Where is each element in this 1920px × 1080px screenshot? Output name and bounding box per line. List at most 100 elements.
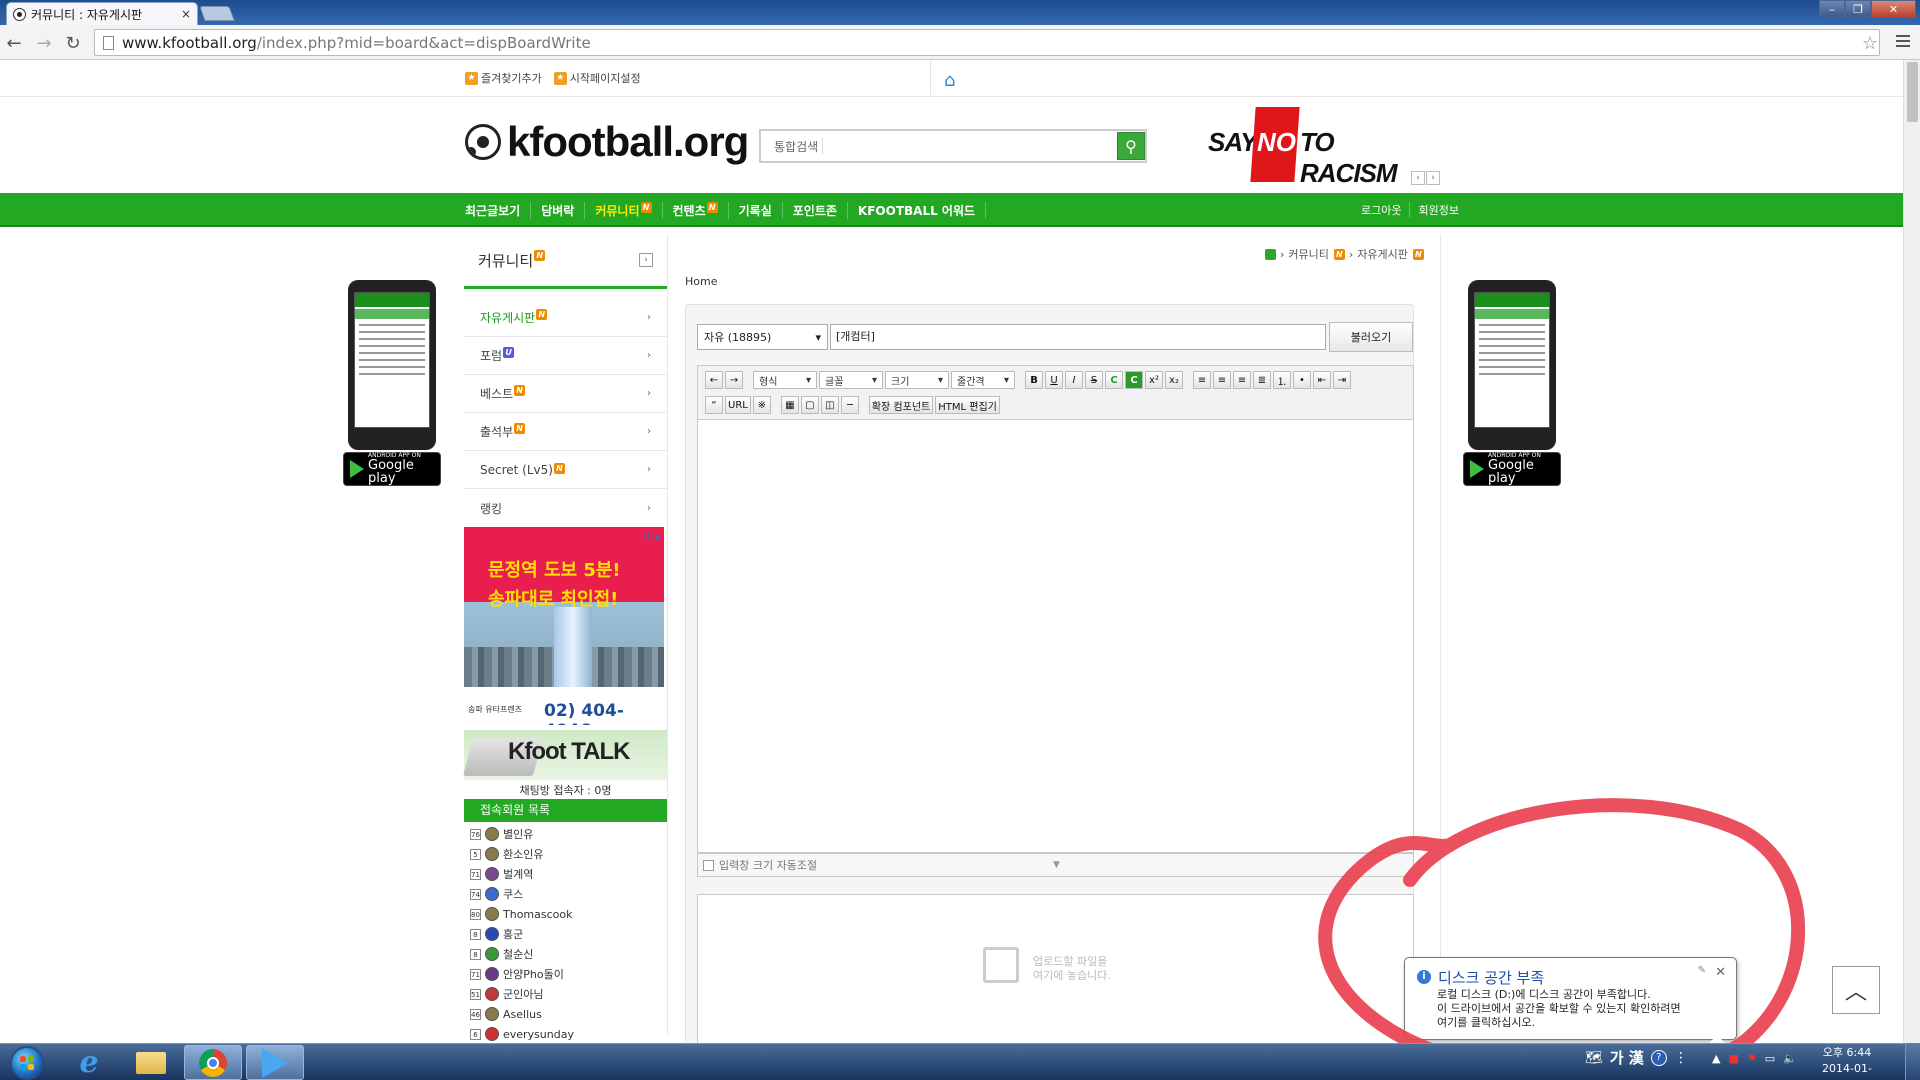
sidebar-item-secret[interactable]: Secret (Lv5) N ›: [464, 451, 667, 489]
page-scrollbar[interactable]: [1903, 60, 1920, 1043]
nav-contents[interactable]: 컨텐츠 N: [663, 202, 729, 219]
home-icon[interactable]: [1265, 248, 1276, 260]
resize-handle-icon[interactable]: ▼: [1053, 860, 1060, 870]
real-estate-ad[interactable]: ⓘ✕ 문정역 도보 5분! 송파대로 최인접! 송파 유타프렌즈 02) 404…: [464, 527, 664, 725]
superscript-icon[interactable]: x²: [1145, 371, 1163, 389]
bookmark-star-icon[interactable]: ☆: [1862, 33, 1878, 54]
android-app-ad-left[interactable]: [348, 280, 436, 450]
say-no-to-racism-banner[interactable]: SAY NO TO RACISM: [1208, 107, 1433, 188]
list-item[interactable]: 74 쿠스: [470, 884, 670, 904]
sidebar-item-best[interactable]: 베스트 N ›: [464, 375, 667, 413]
back-arrow-icon[interactable]: ←: [4, 33, 24, 54]
unordered-list-icon[interactable]: •: [1293, 371, 1311, 389]
start-button[interactable]: [3, 1045, 51, 1080]
nav-records[interactable]: 기록실: [729, 202, 783, 219]
close-icon[interactable]: ✕: [1715, 965, 1726, 980]
sidebar-item-forum[interactable]: 포럼 U ›: [464, 337, 667, 375]
scroll-to-top-button[interactable]: ︿: [1832, 966, 1880, 1014]
language-icon[interactable]: 🗺: [1585, 1050, 1603, 1066]
flag-icon[interactable]: ⚑: [1747, 1052, 1757, 1065]
list-item[interactable]: 51 군인아님: [470, 984, 670, 1004]
taskbar-live[interactable]: [246, 1045, 304, 1080]
next-banner-button[interactable]: ›: [1426, 171, 1440, 185]
sidebar-item-ranking[interactable]: 랭킹 ›: [464, 489, 667, 527]
low-disk-space-notification[interactable]: i 디스크 공간 부족 ✎ ✕ 로컬 디스크 (D:)에 디스크 공간이 부족합…: [1404, 957, 1737, 1055]
url-button[interactable]: URL: [725, 396, 751, 414]
sidebar-item-free-board[interactable]: 자유게시판 N ›: [464, 299, 667, 337]
chrome-menu-icon[interactable]: [1896, 35, 1910, 50]
table-icon[interactable]: ▦: [780, 396, 799, 414]
horizontal-rule-icon[interactable]: ─: [840, 396, 859, 414]
browser-tab[interactable]: 커뮤니티 : 자유게시판 ×: [6, 2, 198, 25]
list-item[interactable]: 76 별인유: [470, 824, 670, 844]
pin-icon[interactable]: ✎: [1698, 965, 1706, 976]
subscript-icon[interactable]: x₂: [1165, 371, 1183, 389]
column-icon[interactable]: ◫: [820, 396, 839, 414]
clock[interactable]: 오후 6:44 2014-01-25: [1817, 1045, 1877, 1080]
ordered-list-icon[interactable]: ⒈: [1273, 371, 1291, 389]
align-justify-icon[interactable]: ≣: [1253, 371, 1271, 389]
align-center-icon[interactable]: ≡: [1213, 371, 1231, 389]
special-char-icon[interactable]: ※: [752, 396, 771, 414]
align-right-icon[interactable]: ≡: [1233, 371, 1251, 389]
taskbar-explorer[interactable]: [122, 1045, 180, 1080]
maximize-button[interactable]: ❐: [1845, 0, 1871, 18]
load-draft-button[interactable]: 불러오기: [1329, 322, 1413, 352]
google-play-badge[interactable]: ANDROID APP ON Google play: [343, 452, 441, 486]
undo-icon[interactable]: ←: [705, 371, 723, 389]
help-icon[interactable]: ?: [1650, 1049, 1667, 1066]
forward-arrow-icon[interactable]: →: [34, 33, 54, 54]
strikethrough-icon[interactable]: S: [1085, 371, 1103, 389]
scrollbar-thumb[interactable]: [1907, 62, 1918, 122]
ad-choices-icon[interactable]: ⓘ✕: [644, 529, 662, 544]
autosize-checkbox[interactable]: [703, 859, 714, 871]
underline-icon[interactable]: U: [1045, 371, 1063, 389]
search-icon[interactable]: ⚲: [1117, 132, 1145, 160]
redo-icon[interactable]: →: [725, 371, 743, 389]
android-app-ad-right[interactable]: [1468, 280, 1556, 450]
font-select[interactable]: 글꼴 ▾: [819, 371, 883, 389]
taskbar-ie[interactable]: e: [60, 1045, 118, 1080]
sidebar-item-attendance[interactable]: 출석부 N ›: [464, 413, 667, 451]
list-item[interactable]: 5 환소인유: [470, 844, 670, 864]
title-input[interactable]: [개컴터]: [830, 324, 1326, 350]
volume-icon[interactable]: 🔈: [1783, 1052, 1797, 1065]
list-item[interactable]: 71 벌계역: [470, 864, 670, 884]
size-select[interactable]: 크기 ▾: [885, 371, 949, 389]
home-label[interactable]: Home: [685, 275, 717, 288]
list-item[interactable]: 6 everysunday: [470, 1024, 670, 1044]
background-color-icon[interactable]: C: [1125, 371, 1143, 389]
box-icon[interactable]: ▢: [800, 396, 819, 414]
home-icon[interactable]: ⌂: [944, 70, 955, 91]
kfoot-talk-banner[interactable]: Kfoot TALK: [462, 730, 667, 780]
html-editor-button[interactable]: HTML 편집기: [935, 396, 1000, 414]
file-upload-area[interactable]: 업로드할 파일을 여기에 놓습니다.: [697, 894, 1414, 1044]
expand-icon[interactable]: ›: [639, 253, 653, 267]
extension-component-button[interactable]: 확장 컴포넌트: [868, 396, 934, 414]
quote-icon[interactable]: “: [705, 396, 723, 414]
taskbar-chrome[interactable]: [184, 1045, 242, 1080]
close-window-button[interactable]: ✕: [1871, 0, 1916, 18]
list-item[interactable]: 71 안양Pho돌이: [470, 964, 670, 984]
ime-mode[interactable]: 가 漢: [1610, 1047, 1644, 1068]
format-select[interactable]: 형식 ▾: [753, 371, 817, 389]
content-editor[interactable]: [697, 420, 1414, 853]
category-select[interactable]: 자유 (18895) ▾: [697, 324, 828, 350]
ime-options-icon[interactable]: ⋮: [1674, 1050, 1688, 1066]
indent-icon[interactable]: ⇥: [1333, 371, 1351, 389]
tab-close-button[interactable]: ×: [181, 7, 191, 21]
list-item[interactable]: 8 철순신: [470, 944, 670, 964]
font-color-icon[interactable]: C: [1105, 371, 1123, 389]
set-homepage-link[interactable]: ★ 시작페이지설정: [553, 70, 641, 86]
nav-point-zone[interactable]: 포인트존: [783, 202, 848, 219]
bold-icon[interactable]: B: [1025, 371, 1043, 389]
minimize-button[interactable]: –: [1819, 0, 1845, 18]
logout-link[interactable]: 로그아웃: [1353, 202, 1411, 218]
breadcrumb-free-board[interactable]: 자유게시판: [1357, 246, 1408, 262]
outdent-icon[interactable]: ⇤: [1313, 371, 1331, 389]
add-bookmark-link[interactable]: ★ 즐겨찾기추가: [465, 70, 542, 86]
show-desktop-button[interactable]: [1905, 1043, 1920, 1080]
search-input[interactable]: [823, 132, 1117, 160]
reload-icon[interactable]: ↻: [63, 33, 83, 54]
nav-community[interactable]: 커뮤니티 N: [585, 202, 663, 219]
